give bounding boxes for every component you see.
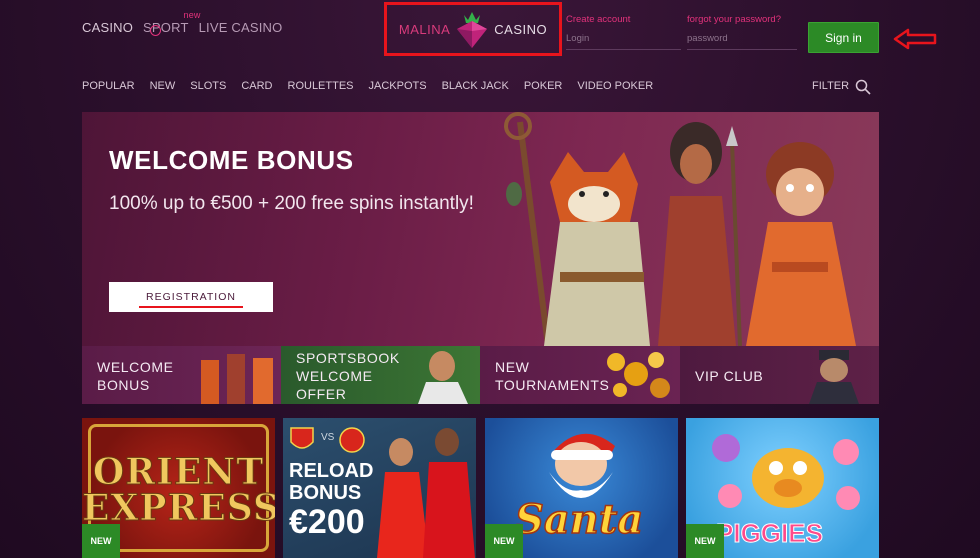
reload-bonus-text: RELOAD BONUS €200	[289, 460, 373, 540]
promo-line: WELCOME	[97, 359, 174, 375]
promo-vip-character-image	[809, 350, 859, 404]
vs-label: VS	[321, 432, 335, 443]
promo-new-tournaments[interactable]: NEW TOURNAMENTS	[480, 346, 680, 404]
game-title: ORIENT EXPRESS	[82, 451, 275, 529]
new-badge: new	[183, 10, 201, 20]
promo-line: WELCOME	[296, 368, 373, 384]
game-title-line: EXPRESS	[82, 487, 275, 529]
new-badge: NEW	[82, 524, 120, 558]
password-input[interactable]	[687, 33, 797, 50]
category-black-jack[interactable]: BLACK JACK	[442, 80, 509, 92]
promo-text: VIP CLUB	[695, 367, 763, 385]
reload-amount: €200	[289, 503, 365, 541]
promo-line: OFFER	[296, 386, 347, 402]
logo-word-casino: CASINO	[494, 21, 548, 37]
promo-sportsbook-offer[interactable]: SPORTSBOOK WELCOME OFFER	[281, 346, 480, 404]
nav-live-casino[interactable]: LIVE CASINO	[199, 20, 283, 35]
man-united-crest-icon	[339, 427, 365, 453]
annotation-underline	[139, 306, 243, 308]
category-popular[interactable]: POPULAR	[82, 80, 135, 92]
promo-line: NEW	[495, 359, 530, 375]
game-tile-orient-express[interactable]: ORIENT EXPRESS NEW	[82, 418, 275, 558]
category-nav: POPULAR NEW SLOTS CARD ROULETTES JACKPOT…	[82, 80, 653, 92]
promo-welcome-bonus[interactable]: WELCOME BONUS	[82, 346, 281, 404]
game-title: Santa	[514, 495, 644, 544]
nav-casino[interactable]: CASINO	[82, 20, 133, 35]
game-title-line: ORIENT	[92, 451, 265, 493]
football-icon	[150, 25, 161, 36]
promo-line: SPORTSBOOK	[296, 350, 400, 366]
new-badge: NEW	[485, 524, 523, 558]
registration-label: REGISTRATION	[146, 291, 236, 303]
game-title: PIGGIES	[716, 518, 824, 549]
top-nav: CASINO SPORT new LIVE CASINO	[82, 10, 283, 35]
promo-text: WELCOME BONUS	[97, 358, 174, 394]
hero-subtitle: 100% up to €500 + 200 free spins instant…	[109, 193, 474, 214]
game-tile-santa[interactable]: Santa NEW	[485, 418, 678, 558]
login-group: Create account	[566, 14, 681, 50]
search-icon[interactable]	[855, 79, 871, 95]
game-tile-piggies[interactable]: PIGGIES NEW	[686, 418, 879, 558]
forgot-password-link[interactable]: forgot your password?	[687, 14, 797, 25]
promo-line: TOURNAMENTS	[495, 377, 610, 393]
piggies-characters-image	[712, 434, 860, 510]
logo-word-malina: MALINA	[398, 21, 451, 37]
logo[interactable]: MALINA CASINO	[384, 2, 562, 56]
filter-button[interactable]: FILTER	[812, 80, 849, 92]
promo-line: VIP CLUB	[695, 368, 764, 384]
game-tile-reload-bonus[interactable]: VS RELOAD BONUS €200	[283, 418, 476, 558]
welcome-bonus-banner[interactable]: WELCOME BONUS 100% up to €500 + 200 free…	[82, 112, 879, 346]
promo-vip-club[interactable]: VIP CLUB	[680, 346, 879, 404]
annotation-arrow-icon	[893, 28, 937, 50]
promo-text: SPORTSBOOK WELCOME OFFER	[296, 349, 400, 403]
create-account-link[interactable]: Create account	[566, 14, 681, 25]
promo-text: NEW TOURNAMENTS	[495, 358, 609, 394]
promo-characters-image	[201, 354, 273, 404]
category-new[interactable]: NEW	[150, 80, 176, 92]
registration-button[interactable]: REGISTRATION	[109, 282, 273, 312]
hero-characters-image	[504, 112, 856, 346]
category-jackpots[interactable]: JACKPOTS	[369, 80, 427, 92]
category-slots[interactable]: SLOTS	[190, 80, 226, 92]
promo-footballer-image	[418, 351, 468, 404]
footballers-image	[377, 428, 475, 558]
login-input[interactable]	[566, 33, 681, 50]
promo-line: BONUS	[97, 377, 150, 393]
new-badge: NEW	[686, 524, 724, 558]
category-video-poker[interactable]: VIDEO POKER	[577, 80, 653, 92]
hero-title: WELCOME BONUS	[109, 145, 354, 175]
sign-in-button[interactable]: Sign in	[808, 22, 879, 53]
category-card[interactable]: CARD	[241, 80, 272, 92]
reload-line: BONUS	[289, 482, 362, 504]
password-group: forgot your password?	[687, 14, 797, 50]
category-roulettes[interactable]: ROULETTES	[288, 80, 354, 92]
raspberry-logo-icon	[457, 12, 488, 48]
arsenal-crest-icon	[290, 427, 314, 449]
category-poker[interactable]: POKER	[524, 80, 563, 92]
reload-line: RELOAD	[289, 460, 374, 482]
